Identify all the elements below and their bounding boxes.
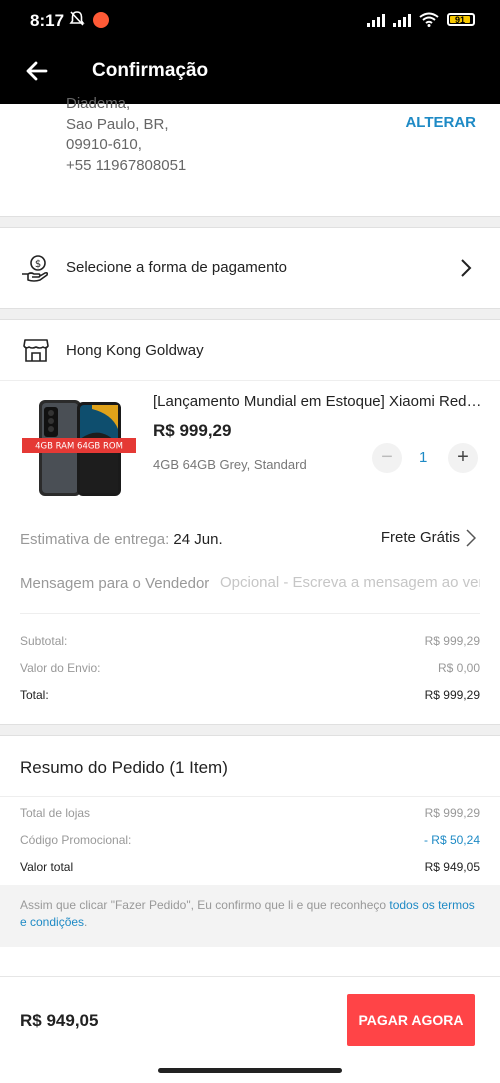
seller-message-input[interactable] (220, 574, 480, 591)
divider (0, 216, 500, 228)
delivery-estimate: Estimativa de entrega: 24 Jun. (20, 531, 223, 548)
total-value: R$ 999,29 (424, 688, 480, 702)
delivery-date: 24 Jun. (173, 531, 223, 548)
product-title[interactable]: [Lançamento Mundial em Estoque] Xiaomi R… (153, 393, 483, 410)
checkout-total: R$ 949,05 (20, 1011, 99, 1030)
shipping-cost-label: Valor do Envio: (20, 661, 101, 675)
stores-total-label: Total de lojas (20, 806, 91, 820)
battery-level: 91 (450, 16, 470, 25)
divider (0, 308, 500, 320)
svg-text:$: $ (35, 259, 41, 270)
store-name: Hong Kong Goldway (66, 342, 204, 359)
signal-2-icon (393, 13, 411, 27)
promo-code-label: Código Promocional: (20, 833, 132, 847)
payment-hand-coin-icon: $ (22, 255, 49, 282)
seller-message-label: Mensagem para o Vendedor (20, 575, 210, 592)
wifi-icon (419, 12, 439, 27)
product-price: R$ 999,29 (153, 421, 232, 440)
battery-icon: 91 (447, 13, 475, 26)
promo-code-row: Código Promocional: - R$ 50,24 (20, 833, 480, 847)
terms-notice: Assim que clicar "Fazer Pedido", Eu conf… (0, 885, 500, 947)
signal-icon (367, 13, 385, 27)
subtotal-value: R$ 999,29 (424, 634, 480, 648)
grand-total-label: Valor total (20, 860, 74, 874)
product-image-badge: 4GB RAM 64GB ROM (35, 442, 123, 452)
quantity-increase-button[interactable]: + (448, 443, 478, 473)
seller-message-row: Mensagem para o Vendedor (20, 557, 480, 614)
divider (0, 724, 500, 736)
order-resume-title: Resumo do Pedido (1 Item) (20, 758, 228, 777)
grand-total-value: R$ 949,05 (424, 860, 480, 874)
quantity-value: 1 (419, 449, 428, 466)
payment-method-row[interactable]: $ Selecione a forma de pagamento (0, 228, 500, 308)
shipping-address: Diadema, Sao Paulo, BR, 09910-610, +55 1… (0, 95, 500, 216)
shipping-cost-row: Valor do Envio: R$ 0,00 (20, 661, 480, 675)
bell-muted-icon (69, 10, 85, 32)
quantity-decrease-button[interactable]: − (372, 443, 402, 473)
subtotal-label: Subtotal: (20, 634, 68, 648)
chevron-right-icon (461, 259, 472, 277)
stores-total-row: Total de lojas R$ 999,29 (20, 806, 480, 820)
shipping-option: Frete Grátis (380, 529, 460, 546)
address-line: 09910-610, (66, 136, 142, 153)
status-time: 8:17 (30, 11, 65, 30)
status-bar: 8:17 91 (0, 0, 500, 40)
shipping-cost-value: R$ 0,00 (437, 661, 480, 675)
address-lines: Diadema, Sao Paulo, BR, 09910-610, +55 1… (66, 94, 186, 176)
stores-total-value: R$ 999,29 (424, 806, 480, 820)
order-resume: Total de lojas R$ 999,29 Código Promocio… (0, 797, 500, 885)
checkout-bar: R$ 949,05 PAGAR AGORA (0, 976, 500, 1083)
product-item: 4GB RAM 64GB ROM [Lançamento Mundial em … (0, 381, 500, 511)
change-address-button[interactable]: ALTERAR (405, 114, 476, 131)
product-image[interactable]: 4GB RAM 64GB ROM (22, 399, 136, 499)
order-resume-header: Resumo do Pedido (1 Item) (0, 736, 500, 797)
address-line: Sao Paulo, BR, (66, 115, 169, 133)
chevron-right-icon (466, 529, 476, 547)
back-arrow-icon[interactable] (22, 56, 52, 86)
product-variant: 4GB 64GB Grey, Standard (153, 457, 307, 472)
address-line: +55 11967808051 (66, 156, 187, 174)
grand-total-row: Valor total R$ 949,05 (20, 860, 480, 874)
main-content: Diadema, Sao Paulo, BR, 09910-610, +55 1… (0, 95, 500, 947)
payment-method-label: Selecione a forma de pagamento (66, 259, 287, 276)
address-line: Diadema, (66, 95, 131, 112)
order-summary: Subtotal: R$ 999,29 Valor do Envio: R$ 0… (0, 614, 500, 724)
app-notification-icon (93, 12, 109, 28)
promo-code-value: - R$ 50,24 (423, 833, 480, 847)
terms-end: . (84, 915, 88, 929)
page-title: Confirmação (92, 60, 209, 81)
subtotal-row: Subtotal: R$ 999,29 (20, 634, 480, 648)
delivery-label: Estimativa de entrega: (20, 531, 170, 548)
total-label: Total: (20, 688, 49, 702)
home-indicator[interactable] (158, 1068, 342, 1073)
store-icon (23, 339, 49, 362)
store-header: Hong Kong Goldway (0, 320, 500, 381)
total-row: Total: R$ 999,29 (20, 688, 480, 702)
terms-text: Assim que clicar "Fazer Pedido", Eu conf… (20, 898, 390, 912)
pay-now-button[interactable]: PAGAR AGORA (347, 994, 475, 1046)
delivery-row[interactable]: Estimativa de entrega: 24 Jun. Frete Grá… (0, 511, 500, 557)
status-indicators: 91 (367, 12, 475, 27)
